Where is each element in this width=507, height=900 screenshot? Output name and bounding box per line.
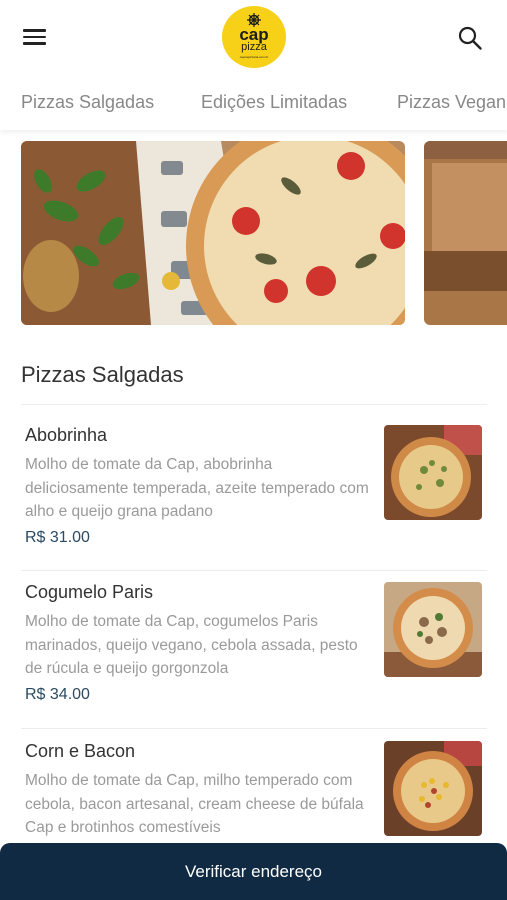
item-name: Corn e Bacon [25, 741, 136, 761]
logo-text-url: capnapizzaria.com.br [239, 55, 269, 59]
category-tabs: Pizzas Salgadas Edições Limitadas Pizzas… [0, 74, 507, 130]
verify-address-button[interactable]: Verificar endereço [0, 843, 507, 900]
tab-pizzas-veganas[interactable]: Pizzas Veganas [397, 92, 507, 113]
section-title: Pizzas Salgadas [21, 362, 184, 387]
tab-pizzas-salgadas[interactable]: Pizzas Salgadas [21, 92, 154, 113]
search-icon[interactable] [457, 25, 483, 51]
tab-edicoes-limitadas[interactable]: Edições Limitadas [201, 92, 347, 113]
cap-pizza-logo[interactable]: cap pizza capnapizzaria.com.br [222, 6, 286, 68]
banner-image-next [424, 141, 507, 325]
item-description: Molho de tomate da Cap, milho temperado … [25, 772, 364, 836]
menu-item[interactable]: Abobrinha Molho de tomate da Cap, abobri… [0, 425, 507, 555]
item-name: Cogumelo Paris [25, 582, 154, 602]
pizza-banner-image [21, 141, 405, 325]
promo-banner-next[interactable] [424, 141, 507, 325]
menu-item[interactable]: Cogumelo Paris Molho de tomate da Cap, c… [0, 582, 507, 712]
item-description: Molho de tomate da Cap, cogumelos Paris … [25, 613, 358, 677]
menu-item[interactable]: Corn e Bacon Molho de tomate da Cap, mil… [0, 741, 507, 851]
promo-banner[interactable] [21, 141, 405, 325]
hamburger-menu-icon[interactable] [23, 27, 47, 47]
logo-text-pizza: pizza [241, 41, 267, 53]
divider [21, 570, 487, 571]
item-price: R$ 34.00 [25, 686, 90, 703]
item-price: R$ 31.00 [25, 529, 90, 546]
item-image [384, 582, 482, 677]
app-header: cap pizza capnapizzaria.com.br [0, 0, 507, 74]
divider [21, 728, 487, 729]
item-description: Molho de tomate da Cap, abobrinha delici… [25, 456, 369, 520]
item-image [384, 741, 482, 836]
divider [21, 404, 487, 405]
item-image [384, 425, 482, 520]
item-name: Abobrinha [25, 425, 108, 445]
